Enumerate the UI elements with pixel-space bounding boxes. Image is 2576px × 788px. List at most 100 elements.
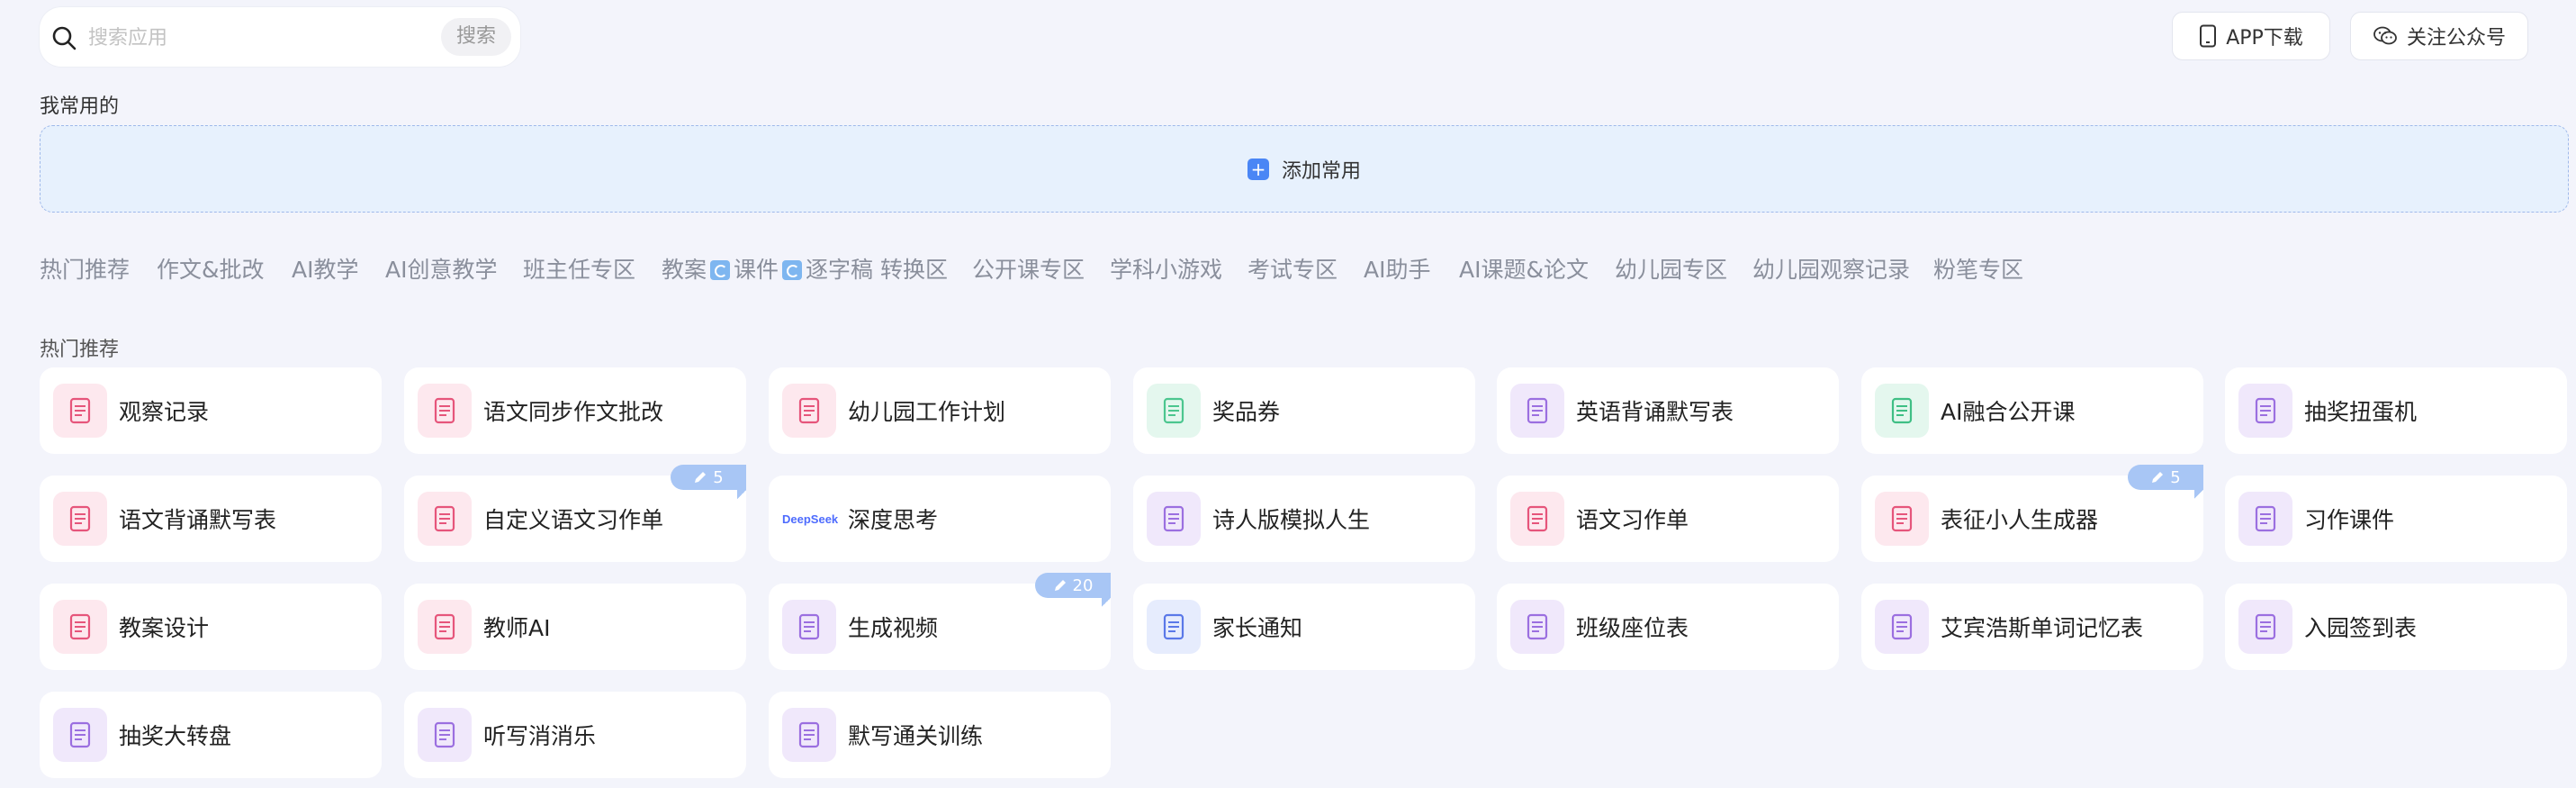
favorites-title: 我常用的: [40, 95, 120, 118]
writing-courseware-icon: [2238, 492, 2292, 546]
app-card[interactable]: 教案设计: [40, 584, 382, 670]
app-card[interactable]: 抽奖大转盘: [40, 692, 382, 778]
app-card[interactable]: 习作课件: [2225, 476, 2567, 562]
usage-count-badge: 20: [1035, 573, 1111, 607]
tab-kindergarten-observation[interactable]: 幼儿园观察记录: [1752, 252, 1910, 285]
app-card-label: 英语背诵默写表: [1576, 399, 1734, 425]
app-card-label: 奖品券: [1212, 399, 1281, 425]
app-card-label: 自定义语文习作单: [483, 507, 664, 533]
app-card[interactable]: 家长通知: [1133, 584, 1475, 670]
app-download-button[interactable]: APP下载: [2172, 12, 2330, 60]
teacher-ai-icon: [418, 600, 472, 654]
app-card-label: 语文背诵默写表: [119, 507, 277, 533]
tab-hot[interactable]: 热门推荐: [40, 252, 130, 285]
app-download-label: APP下载: [2226, 27, 2303, 50]
usage-count: 5: [2170, 467, 2181, 487]
app-card-label: 生成视频: [848, 615, 939, 641]
tab-ai-teaching[interactable]: AI教学: [292, 252, 358, 285]
search-input[interactable]: [86, 18, 432, 58]
pencil-icon: [695, 472, 707, 483]
app-card-label: 语文同步作文批改: [483, 399, 664, 425]
add-favorite-area[interactable]: + 添加常用: [40, 125, 2569, 213]
usage-count-badge: 5: [2128, 465, 2203, 499]
chinese-recite-sheet-icon: [53, 492, 107, 546]
follow-wechat-button[interactable]: 关注公众号: [2350, 12, 2528, 60]
observation-record-icon: [53, 384, 107, 438]
dictation-game-icon: [418, 708, 472, 762]
app-card[interactable]: 生成视频 20: [769, 573, 1111, 670]
lesson-plan-icon: [53, 600, 107, 654]
tab-chalk[interactable]: 粉笔专区: [1933, 252, 2023, 285]
app-card-label: 幼儿园工作计划: [848, 399, 1006, 425]
app-card[interactable]: AI融合公开课: [1861, 367, 2203, 454]
app-card[interactable]: 幼儿园工作计划: [769, 367, 1111, 454]
tab-ai-research[interactable]: AI课题&论文: [1459, 252, 1589, 285]
check-in-sheet-icon: [2238, 600, 2292, 654]
tab-exam[interactable]: 考试专区: [1247, 252, 1338, 285]
app-card-label: 抽奖大转盘: [119, 723, 232, 749]
ai-open-class-icon: [1875, 384, 1929, 438]
lucky-wheel-icon: [53, 708, 107, 762]
tab-ai-creative[interactable]: AI创意教学: [385, 252, 497, 285]
app-card[interactable]: 诗人版模拟人生: [1133, 476, 1475, 562]
app-card[interactable]: 教师AI: [404, 584, 746, 670]
parent-notice-icon: [1147, 600, 1201, 654]
figure-generator-icon: [1875, 492, 1929, 546]
hot-section-title: 热门推荐: [40, 339, 120, 361]
kindergarten-plan-icon: [782, 384, 836, 438]
tab-courseware-label: 课件: [734, 257, 779, 283]
search-box: 搜索: [40, 7, 520, 67]
app-card[interactable]: 语文习作单: [1497, 476, 1839, 562]
app-card-label: AI融合公开课: [1941, 399, 2076, 425]
tab-games[interactable]: 学科小游戏: [1110, 252, 1222, 285]
app-card-label: 表征小人生成器: [1941, 507, 2099, 533]
video-generator-icon: [782, 600, 836, 654]
app-card-label: 班级座位表: [1576, 615, 1689, 641]
app-card[interactable]: 入园签到表: [2225, 584, 2567, 670]
app-card-label: 默写通关训练: [848, 723, 984, 749]
wechat-icon: [2373, 26, 2397, 45]
app-card[interactable]: 观察记录: [40, 367, 382, 454]
app-card-label: 抽奖扭蛋机: [2304, 399, 2418, 425]
tab-lesson-courseware-script[interactable]: 教案 课件 逐字稿 转换区: [662, 252, 948, 285]
custom-writing-sheet-icon: [418, 492, 472, 546]
app-card-label: 艾宾浩斯单词记忆表: [1941, 615, 2144, 641]
prize-ticket-icon: [1147, 384, 1201, 438]
pencil-icon: [1054, 580, 1066, 591]
app-card[interactable]: 听写消消乐: [404, 692, 746, 778]
app-card[interactable]: 艾宾浩斯单词记忆表: [1861, 584, 2203, 670]
tab-essay[interactable]: 作文&批改: [157, 252, 265, 285]
app-card[interactable]: 表征小人生成器 5: [1861, 465, 2203, 562]
seating-chart-icon: [1510, 600, 1564, 654]
phone-icon: [2200, 24, 2217, 48]
app-card[interactable]: 语文同步作文批改: [404, 367, 746, 454]
tab-script-label: 逐字稿 转换区: [806, 257, 948, 283]
app-card[interactable]: 班级座位表: [1497, 584, 1839, 670]
app-card[interactable]: DeepSeek 深度思考: [769, 476, 1111, 562]
app-card[interactable]: 自定义语文习作单 5: [404, 465, 746, 562]
app-card-label: 家长通知: [1212, 615, 1303, 641]
app-card[interactable]: 抽奖扭蛋机: [2225, 367, 2567, 454]
search-button[interactable]: 搜索: [441, 18, 511, 56]
app-card-label: 教案设计: [119, 615, 210, 641]
app-card[interactable]: 奖品券: [1133, 367, 1475, 454]
tab-class-teacher[interactable]: 班主任专区: [523, 252, 635, 285]
app-card-label: 深度思考: [848, 507, 939, 533]
tab-ai-assistant[interactable]: AI助手: [1364, 252, 1430, 285]
dictation-training-icon: [782, 708, 836, 762]
tab-kindergarten[interactable]: 幼儿园专区: [1615, 252, 1727, 285]
app-card-label: 习作课件: [2304, 507, 2395, 533]
english-recite-sheet-icon: [1510, 384, 1564, 438]
writing-sheet-icon: [1510, 492, 1564, 546]
app-card[interactable]: 英语背诵默写表: [1497, 367, 1839, 454]
usage-count: 5: [713, 467, 724, 487]
app-card-label: 入园签到表: [2304, 615, 2418, 641]
gacha-machine-icon: [2238, 384, 2292, 438]
app-card-label: 听写消消乐: [483, 723, 597, 749]
tab-open-class[interactable]: 公开课专区: [972, 252, 1085, 285]
app-card[interactable]: 语文背诵默写表: [40, 476, 382, 562]
add-favorite-label: 添加常用: [1281, 159, 1361, 183]
pencil-icon: [2152, 472, 2164, 483]
ebbinghaus-memory-icon: [1875, 600, 1929, 654]
app-card[interactable]: 默写通关训练: [769, 692, 1111, 778]
